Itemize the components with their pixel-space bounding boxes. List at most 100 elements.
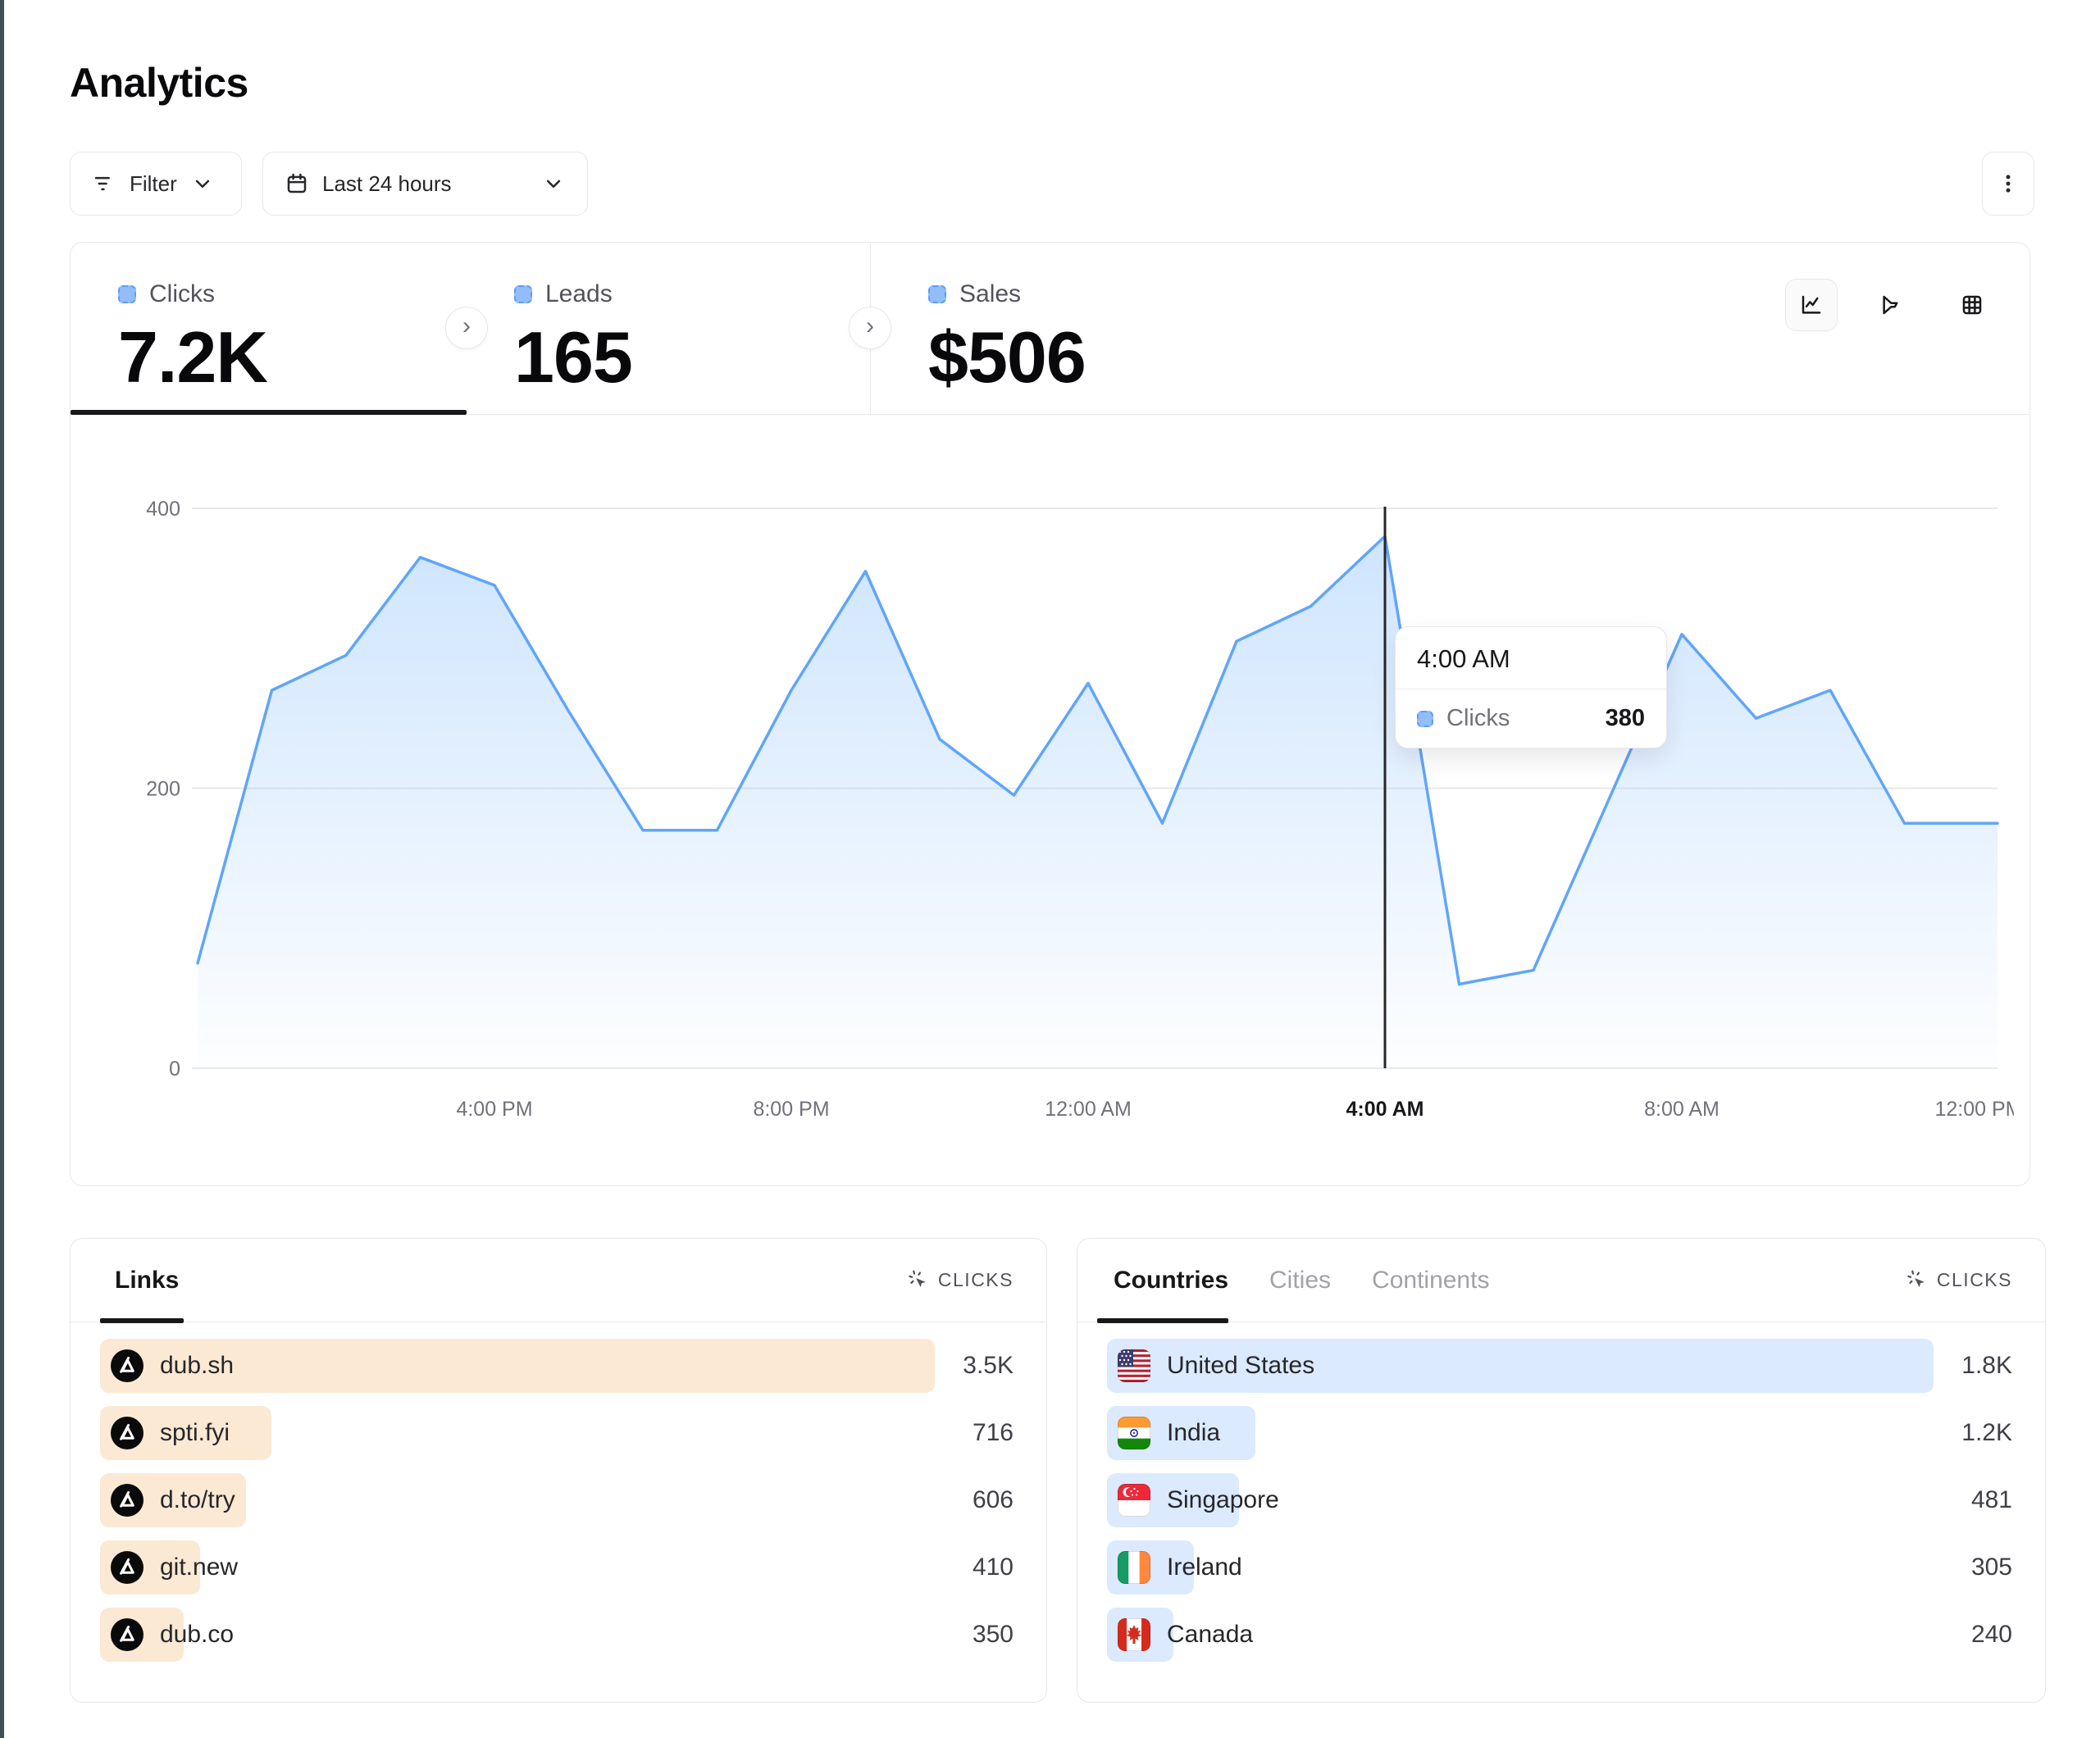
row-label: Ireland [1167,1554,1242,1581]
dub-logo-icon [111,1349,143,1382]
links-active-tab-underline [100,1318,184,1323]
row-value: 350 [973,1608,1014,1662]
in-flag-icon [1118,1417,1150,1449]
line-chart-view-button[interactable] [1785,279,1838,331]
row-label: United States [1167,1352,1314,1380]
table-row-india[interactable]: India 1.2K [1107,1406,2012,1460]
stat-tab-value: 165 [514,321,870,394]
sales-legend-swatch [928,285,946,303]
ca-flag-icon [1118,1618,1150,1651]
table-row-dub-co[interactable]: dub.co 350 [100,1608,1014,1662]
stats-tab-row: Clicks 7.2KLeads165 Sales $506 › › [71,243,2029,415]
tab-cities[interactable]: Cities [1269,1267,1331,1294]
svg-text:200: 200 [146,778,180,801]
countries-panel-header: Countries Cities Continents CLICKS [1077,1239,2045,1322]
row-label: India [1167,1419,1220,1447]
tab-continents[interactable]: Continents [1372,1267,1489,1294]
tooltip-time: 4:00 AM [1396,627,1666,689]
links-metric[interactable]: CLICKS [907,1269,1014,1291]
links-panel: Links CLICKS dub.sh 3.5K spti.fyi 716 [70,1238,1047,1703]
countries-metric-label: CLICKS [1937,1269,2012,1291]
row-value: 606 [973,1473,1014,1527]
stat-tab-label: Sales [959,280,1021,308]
kebab-menu-icon [1996,171,2020,196]
analytics-chart-card: Clicks 7.2KLeads165 Sales $506 › › 0 200 400 4:… [70,242,2030,1186]
row-value: 305 [1971,1540,2012,1595]
filter-button[interactable]: Filter [70,152,242,216]
row-value: 1.2K [1961,1406,2012,1460]
stat-tab-value: 7.2K [118,321,467,394]
date-range-label: Last 24 hours [322,171,452,197]
table-row-d-to-try[interactable]: d.to/try 606 [100,1473,1014,1527]
tooltip-value: 380 [1606,705,1645,732]
table-row-spti-fyi[interactable]: spti.fyi 716 [100,1406,1014,1460]
dub-logo-icon [111,1618,143,1651]
countries-active-tab-underline [1097,1318,1228,1323]
table-row-git-new[interactable]: git.new 410 [100,1540,1014,1595]
stat-tab-expand-button[interactable]: › [445,307,488,349]
svg-text:400: 400 [146,498,180,521]
tab-countries[interactable]: Countries [1114,1267,1228,1294]
svg-text:12:00 AM: 12:00 AM [1045,1098,1132,1121]
svg-text:0: 0 [169,1058,180,1081]
table-row-singapore[interactable]: Singapore 481 [1107,1473,2012,1527]
clicks-area-chart[interactable]: 0200400 4:00 PM8:00 PM12:00 AM4:00 AM8:0… [120,489,2014,1144]
dub-logo-icon [111,1417,143,1449]
calendar-icon [285,171,309,196]
table-grid-icon [1960,293,1984,317]
toolbar: Filter Last 24 hours [70,152,2034,216]
stat-tab-clicks[interactable]: Clicks 7.2K [71,243,467,414]
clicks-legend-swatch [1417,711,1433,727]
stat-tab-value: $506 [928,321,1273,394]
countries-row-list: United States 1.8K India 1.2K Singapore … [1107,1339,2012,1675]
leads-legend-swatch [514,285,532,303]
ie-flag-icon [1118,1551,1150,1584]
stat-tab-label: Clicks [149,280,215,308]
tooltip-series-label: Clicks [1446,705,1510,732]
row-label: Singapore [1167,1486,1279,1514]
row-label: Canada [1167,1621,1253,1649]
row-label: dub.co [160,1621,234,1649]
date-range-button[interactable]: Last 24 hours [262,152,588,216]
countries-metric[interactable]: CLICKS [1906,1269,2012,1291]
table-grid-view-button[interactable] [1946,279,1998,331]
table-row-dub-sh[interactable]: dub.sh 3.5K [100,1339,1014,1393]
page-title: Analytics [70,59,248,107]
stat-tab-expand-button[interactable]: › [849,307,891,349]
svg-text:8:00 AM: 8:00 AM [1644,1098,1720,1121]
row-value: 1.8K [1961,1339,2012,1393]
row-label: dub.sh [160,1352,234,1380]
row-value: 410 [973,1540,1014,1595]
table-row-canada[interactable]: Canada 240 [1107,1608,2012,1662]
active-stat-tab-underline [71,410,467,415]
tab-links[interactable]: Links [115,1267,179,1294]
links-panel-header: Links CLICKS [71,1239,1046,1322]
stat-tab-leads[interactable]: Leads165 [467,243,870,414]
links-row-list: dub.sh 3.5K spti.fyi 716 d.to/try 606 gi… [100,1339,1014,1675]
row-value: 240 [1971,1608,2012,1662]
table-row-united-states[interactable]: United States 1.8K [1107,1339,2012,1393]
svg-text:4:00 PM: 4:00 PM [456,1098,532,1121]
row-label: git.new [160,1554,238,1581]
funnel-icon [1879,293,1904,317]
countries-panel: Countries Cities Continents CLICKS United … [1077,1238,2046,1703]
row-label: spti.fyi [160,1419,230,1447]
clicks-legend-swatch [118,285,136,303]
svg-text:4:00 AM: 4:00 AM [1346,1098,1424,1121]
chevron-down-icon [190,171,215,196]
us-flag-icon [1118,1349,1150,1382]
window-edge-strip [0,0,4,1738]
stat-tab-sales[interactable]: Sales $506 [870,243,1273,414]
row-value: 481 [1971,1473,2012,1527]
filter-button-label: Filter [130,171,177,197]
links-metric-label: CLICKS [938,1269,1014,1291]
table-row-ireland[interactable]: Ireland 305 [1107,1540,2012,1595]
sg-flag-icon [1118,1484,1150,1517]
row-value: 3.5K [963,1339,1014,1393]
more-options-button[interactable] [1982,152,2034,216]
row-value: 716 [973,1406,1014,1460]
chart-tooltip: 4:00 AM Clicks 380 [1395,626,1667,748]
filter-icon [92,171,116,196]
line-chart-icon [1799,293,1824,317]
funnel-view-button[interactable] [1865,279,1918,331]
